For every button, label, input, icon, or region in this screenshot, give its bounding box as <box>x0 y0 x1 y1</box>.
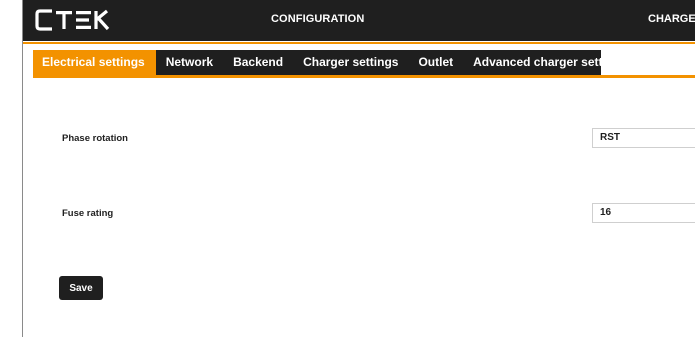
nav-configuration[interactable]: CONFIGURATION <box>271 13 364 25</box>
tab-backend[interactable]: Backend <box>223 50 293 75</box>
fuse-rating-input[interactable]: 16 <box>592 203 695 223</box>
fuse-rating-label: Fuse rating <box>62 208 114 219</box>
top-navigation-bar: CONFIGURATION CHARGEE <box>23 0 695 41</box>
save-button[interactable]: Save <box>59 276 103 300</box>
tab-charger-settings[interactable]: Charger settings <box>293 50 408 75</box>
tab-network[interactable]: Network <box>156 50 223 75</box>
tab-electrical-settings[interactable]: Electrical settings <box>33 50 156 75</box>
phase-rotation-label: Phase rotation <box>62 133 128 144</box>
settings-tab-bar: Electrical settings Network Backend Char… <box>33 50 695 78</box>
nav-charger[interactable]: CHARGEE <box>648 13 695 25</box>
tab-advanced-charger-settings[interactable]: Advanced charger settings <box>463 50 637 75</box>
electrical-settings-form: Phase rotation RST Fuse rating 16 Save <box>23 78 695 337</box>
header-divider <box>23 42 695 44</box>
phase-rotation-select[interactable]: RST <box>592 128 695 148</box>
tab-outlet[interactable]: Outlet <box>408 50 463 75</box>
ctek-logo-mark <box>35 9 110 31</box>
ctek-logo[interactable] <box>35 7 115 33</box>
app-frame: CONFIGURATION CHARGEE Electrical setting… <box>22 0 695 337</box>
tab-list: Electrical settings Network Backend Char… <box>33 50 627 75</box>
